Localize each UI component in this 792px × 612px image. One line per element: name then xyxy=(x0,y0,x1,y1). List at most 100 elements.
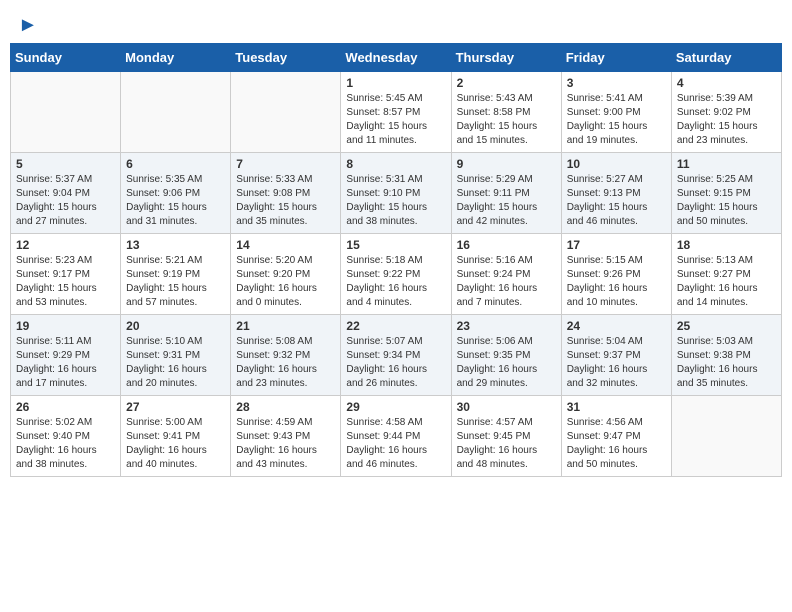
day-info: Sunrise: 5:29 AM Sunset: 9:11 PM Dayligh… xyxy=(457,173,556,229)
calendar-day-cell: 5 Sunrise: 5:37 AM Sunset: 9:04 PM Daylig… xyxy=(11,153,121,234)
calendar-day-cell: 12 Sunrise: 5:23 AM Sunset: 9:17 PM Dayli… xyxy=(11,234,121,315)
day-number: 27 xyxy=(126,400,225,414)
day-number: 28 xyxy=(236,400,335,414)
calendar-day-cell: 17 Sunrise: 5:15 AM Sunset: 9:26 PM Dayli… xyxy=(561,234,671,315)
calendar-day-cell: 15 Sunrise: 5:18 AM Sunset: 9:22 PM Dayli… xyxy=(341,234,451,315)
calendar-weekday-saturday: Saturday xyxy=(671,44,781,72)
calendar-day-cell xyxy=(231,72,341,153)
day-info: Sunrise: 5:21 AM Sunset: 9:19 PM Dayligh… xyxy=(126,254,225,310)
calendar-weekday-friday: Friday xyxy=(561,44,671,72)
day-number: 20 xyxy=(126,319,225,333)
day-number: 9 xyxy=(457,157,556,171)
page-header: ► xyxy=(10,10,782,37)
day-info: Sunrise: 5:43 AM Sunset: 8:58 PM Dayligh… xyxy=(457,92,556,148)
day-info: Sunrise: 5:45 AM Sunset: 8:57 PM Dayligh… xyxy=(346,92,445,148)
day-number: 21 xyxy=(236,319,335,333)
calendar-day-cell: 26 Sunrise: 5:02 AM Sunset: 9:40 PM Dayli… xyxy=(11,396,121,477)
calendar-day-cell: 28 Sunrise: 4:59 AM Sunset: 9:43 PM Dayli… xyxy=(231,396,341,477)
day-info: Sunrise: 5:25 AM Sunset: 9:15 PM Dayligh… xyxy=(677,173,776,229)
day-info: Sunrise: 5:02 AM Sunset: 9:40 PM Dayligh… xyxy=(16,416,115,472)
calendar-weekday-sunday: Sunday xyxy=(11,44,121,72)
calendar-weekday-thursday: Thursday xyxy=(451,44,561,72)
calendar-day-cell: 23Sunrise: 5:06 AM Sunset: 9:35 PM Dayli… xyxy=(451,315,561,396)
day-info: Sunrise: 4:56 AM Sunset: 9:47 PM Dayligh… xyxy=(567,416,666,472)
day-number: 2 xyxy=(457,76,556,90)
day-number: 25 xyxy=(677,319,776,333)
day-info: Sunrise: 5:03 AM Sunset: 9:38 PM Dayligh… xyxy=(677,335,776,391)
calendar-day-cell: 14 Sunrise: 5:20 AM Sunset: 9:20 PM Dayli… xyxy=(231,234,341,315)
calendar-day-cell: 20 Sunrise: 5:10 AM Sunset: 9:31 PM Dayli… xyxy=(121,315,231,396)
calendar-day-cell: 3Sunrise: 5:41 AM Sunset: 9:00 PM Daylig… xyxy=(561,72,671,153)
calendar-day-cell: 16 Sunrise: 5:16 AM Sunset: 9:24 PM Dayli… xyxy=(451,234,561,315)
day-info: Sunrise: 5:35 AM Sunset: 9:06 PM Dayligh… xyxy=(126,173,225,229)
day-info: Sunrise: 5:16 AM Sunset: 9:24 PM Dayligh… xyxy=(457,254,556,310)
day-info: Sunrise: 5:08 AM Sunset: 9:32 PM Dayligh… xyxy=(236,335,335,391)
day-info: Sunrise: 5:10 AM Sunset: 9:31 PM Dayligh… xyxy=(126,335,225,391)
calendar-day-cell xyxy=(671,396,781,477)
calendar-day-cell xyxy=(121,72,231,153)
day-info: Sunrise: 4:57 AM Sunset: 9:45 PM Dayligh… xyxy=(457,416,556,472)
calendar-week-row: 1 Sunrise: 5:45 AM Sunset: 8:57 PM Daylig… xyxy=(11,72,782,153)
day-info: Sunrise: 5:37 AM Sunset: 9:04 PM Dayligh… xyxy=(16,173,115,229)
day-number: 16 xyxy=(457,238,556,252)
day-number: 19 xyxy=(16,319,115,333)
day-info: Sunrise: 5:18 AM Sunset: 9:22 PM Dayligh… xyxy=(346,254,445,310)
day-number: 15 xyxy=(346,238,445,252)
day-number: 4 xyxy=(677,76,776,90)
day-number: 6 xyxy=(126,157,225,171)
day-number: 29 xyxy=(346,400,445,414)
day-info: Sunrise: 5:04 AM Sunset: 9:37 PM Dayligh… xyxy=(567,335,666,391)
calendar-day-cell: 22 Sunrise: 5:07 AM Sunset: 9:34 PM Dayli… xyxy=(341,315,451,396)
calendar-day-cell: 10 Sunrise: 5:27 AM Sunset: 9:13 PM Dayli… xyxy=(561,153,671,234)
calendar-day-cell: 9 Sunrise: 5:29 AM Sunset: 9:11 PM Daylig… xyxy=(451,153,561,234)
day-number: 14 xyxy=(236,238,335,252)
day-info: Sunrise: 4:58 AM Sunset: 9:44 PM Dayligh… xyxy=(346,416,445,472)
calendar-day-cell: 18 Sunrise: 5:13 AM Sunset: 9:27 PM Dayli… xyxy=(671,234,781,315)
day-info: Sunrise: 5:27 AM Sunset: 9:13 PM Dayligh… xyxy=(567,173,666,229)
calendar-weekday-wednesday: Wednesday xyxy=(341,44,451,72)
calendar-day-cell: 19Sunrise: 5:11 AM Sunset: 9:29 PM Dayli… xyxy=(11,315,121,396)
day-number: 10 xyxy=(567,157,666,171)
calendar-day-cell: 31 Sunrise: 4:56 AM Sunset: 9:47 PM Dayli… xyxy=(561,396,671,477)
day-info: Sunrise: 5:41 AM Sunset: 9:00 PM Dayligh… xyxy=(567,92,666,148)
day-info: Sunrise: 5:23 AM Sunset: 9:17 PM Dayligh… xyxy=(16,254,115,310)
day-number: 8 xyxy=(346,157,445,171)
calendar-day-cell: 4 Sunrise: 5:39 AM Sunset: 9:02 PM Daylig… xyxy=(671,72,781,153)
calendar-week-row: 5 Sunrise: 5:37 AM Sunset: 9:04 PM Daylig… xyxy=(11,153,782,234)
calendar-day-cell: 7Sunrise: 5:33 AM Sunset: 9:08 PM Daylig… xyxy=(231,153,341,234)
calendar-weekday-monday: Monday xyxy=(121,44,231,72)
day-info: Sunrise: 5:20 AM Sunset: 9:20 PM Dayligh… xyxy=(236,254,335,310)
calendar-day-cell: 21 Sunrise: 5:08 AM Sunset: 9:32 PM Dayli… xyxy=(231,315,341,396)
day-number: 26 xyxy=(16,400,115,414)
day-info: Sunrise: 4:59 AM Sunset: 9:43 PM Dayligh… xyxy=(236,416,335,472)
day-number: 5 xyxy=(16,157,115,171)
day-info: Sunrise: 5:13 AM Sunset: 9:27 PM Dayligh… xyxy=(677,254,776,310)
day-number: 7 xyxy=(236,157,335,171)
day-number: 11 xyxy=(677,157,776,171)
day-info: Sunrise: 5:07 AM Sunset: 9:34 PM Dayligh… xyxy=(346,335,445,391)
calendar-day-cell: 30Sunrise: 4:57 AM Sunset: 9:45 PM Dayli… xyxy=(451,396,561,477)
calendar-day-cell: 11 Sunrise: 5:25 AM Sunset: 9:15 PM Dayli… xyxy=(671,153,781,234)
day-info: Sunrise: 5:00 AM Sunset: 9:41 PM Dayligh… xyxy=(126,416,225,472)
day-number: 12 xyxy=(16,238,115,252)
day-number: 31 xyxy=(567,400,666,414)
calendar-day-cell: 24 Sunrise: 5:04 AM Sunset: 9:37 PM Dayli… xyxy=(561,315,671,396)
day-info: Sunrise: 5:06 AM Sunset: 9:35 PM Dayligh… xyxy=(457,335,556,391)
calendar-day-cell: 27 Sunrise: 5:00 AM Sunset: 9:41 PM Dayli… xyxy=(121,396,231,477)
day-number: 22 xyxy=(346,319,445,333)
day-number: 24 xyxy=(567,319,666,333)
calendar-week-row: 12 Sunrise: 5:23 AM Sunset: 9:17 PM Dayli… xyxy=(11,234,782,315)
day-number: 18 xyxy=(677,238,776,252)
day-number: 17 xyxy=(567,238,666,252)
day-info: Sunrise: 5:39 AM Sunset: 9:02 PM Dayligh… xyxy=(677,92,776,148)
day-info: Sunrise: 5:15 AM Sunset: 9:26 PM Dayligh… xyxy=(567,254,666,310)
calendar-week-row: 19Sunrise: 5:11 AM Sunset: 9:29 PM Dayli… xyxy=(11,315,782,396)
calendar-day-cell xyxy=(11,72,121,153)
calendar-week-row: 26 Sunrise: 5:02 AM Sunset: 9:40 PM Dayli… xyxy=(11,396,782,477)
calendar-day-cell: 6 Sunrise: 5:35 AM Sunset: 9:06 PM Daylig… xyxy=(121,153,231,234)
calendar-day-cell: 29 Sunrise: 4:58 AM Sunset: 9:44 PM Dayli… xyxy=(341,396,451,477)
calendar-weekday-tuesday: Tuesday xyxy=(231,44,341,72)
calendar-day-cell: 13 Sunrise: 5:21 AM Sunset: 9:19 PM Dayli… xyxy=(121,234,231,315)
day-number: 13 xyxy=(126,238,225,252)
day-number: 1 xyxy=(346,76,445,90)
